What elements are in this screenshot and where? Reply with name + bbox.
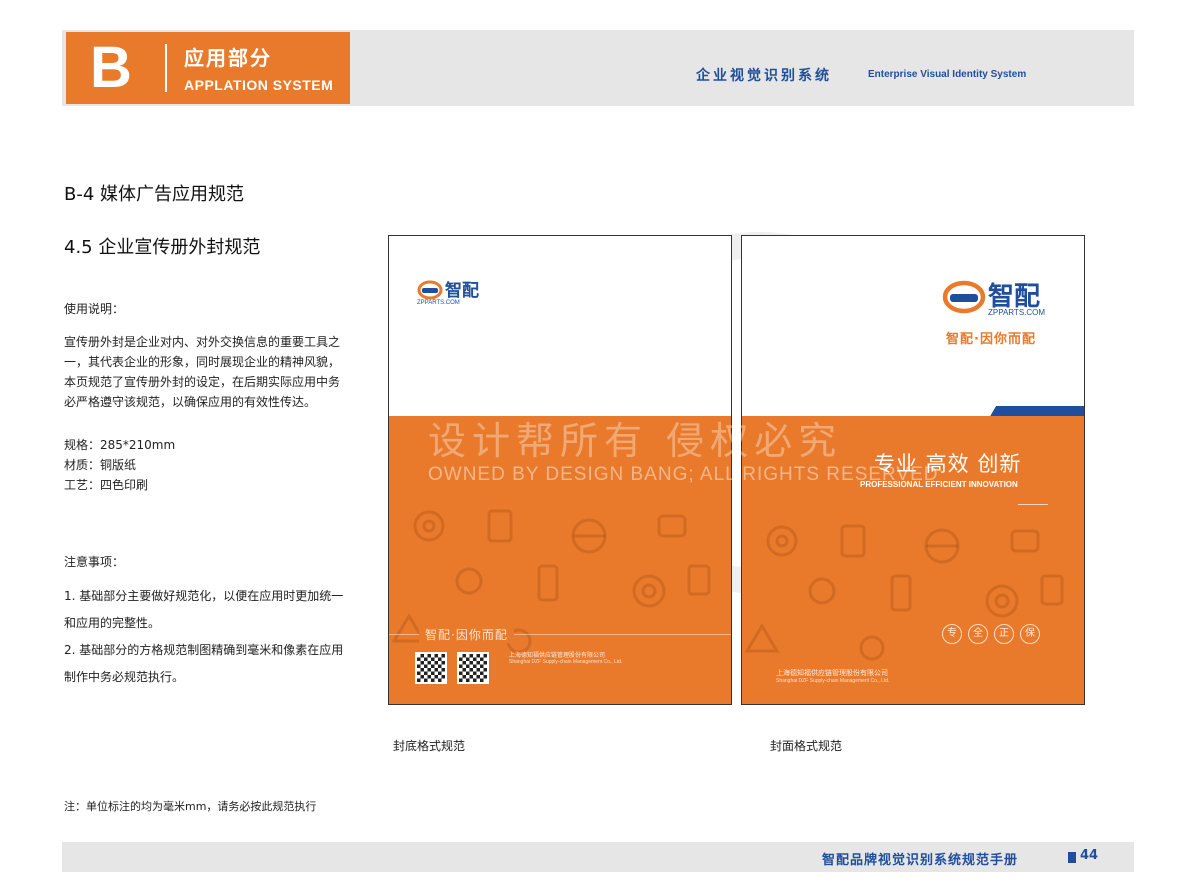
page-marker-icon xyxy=(1068,852,1076,863)
qr-code-1 xyxy=(415,652,447,684)
notes-body: 1. 基础部分主要做好规范化，以便在应用时更加统一和应用的完整性。 2. 基础部… xyxy=(64,583,354,691)
section-name-en: APPLATION SYSTEM xyxy=(184,77,334,93)
subsection-title: 4.5 企业宣传册外封规范 xyxy=(64,237,261,258)
back-company-cn: 上海德知福供应链管理股份有限公司 xyxy=(509,652,606,659)
front-company-en: Shanghai DZF Supply-chain Management Co.… xyxy=(776,678,890,684)
qr-code-2 xyxy=(457,652,489,684)
back-slogan: 智配·因你而配 xyxy=(419,626,514,643)
badge-zhuan: 专 xyxy=(942,624,962,644)
usage-label: 使用说明： xyxy=(64,302,125,316)
front-tagline: 智配·因你而配 xyxy=(946,332,1036,347)
front-logo-sub: ZPPARTS.COM xyxy=(988,308,1046,317)
page-number: 44 xyxy=(1080,848,1099,863)
footer-title: 智配品牌视觉识别系统规范手册 xyxy=(822,853,1019,868)
front-headline-rule xyxy=(1018,504,1048,505)
spec-size: 规格：285*210mm xyxy=(64,438,176,452)
section-letter: B xyxy=(90,35,132,100)
note-item-1: 1. 基础部分主要做好规范化，以便在应用时更加统一和应用的完整性。 xyxy=(64,589,344,630)
notes-label: 注意事项： xyxy=(64,555,125,569)
steering-wheel-icon xyxy=(942,280,986,314)
front-company-cn: 上海德知福供应链管理股份有限公司 xyxy=(776,669,888,677)
badge-quan: 全 xyxy=(968,624,988,644)
back-logo-text: 智配 xyxy=(445,281,479,301)
back-cover-caption: 封底格式规范 xyxy=(393,739,466,753)
badge-bao: 保 xyxy=(1020,624,1040,644)
section-title: B-4 媒体广告应用规范 xyxy=(64,184,245,205)
front-badges: 专 全 正 保 xyxy=(942,624,1040,644)
note-item-2: 2. 基础部分的方格规范制图精确到毫米和像素在应用制作中务必规范执行。 xyxy=(64,643,344,684)
badge-divider xyxy=(165,44,167,92)
back-company-en: Shanghai DZF Supply-chain Management Co.… xyxy=(509,659,623,665)
spec-process: 工艺：四色印刷 xyxy=(64,478,149,492)
system-title-en: Enterprise Visual Identity System xyxy=(868,69,1027,80)
back-logo-sub: ZPPARTS.COM xyxy=(417,300,460,306)
footnote: 注：单位标注的均为毫米mm，请务必按此规范执行 xyxy=(64,800,317,813)
steering-wheel-icon xyxy=(417,280,443,300)
watermark-en: OWNED BY DESIGN BANG; ALL RIGHTS RESERVE… xyxy=(428,464,939,485)
front-cover-caption: 封面格式规范 xyxy=(770,739,843,753)
badge-zheng: 正 xyxy=(994,624,1014,644)
spec-material: 材质：铜版纸 xyxy=(64,458,137,472)
spec-list: 规格：285*210mm 材质：铜版纸 工艺：四色印刷 xyxy=(64,435,175,495)
system-title-cn: 企业视觉识别系统 xyxy=(696,68,832,84)
section-name-cn: 应用部分 xyxy=(184,46,272,70)
usage-body: 宣传册外封是企业对内、对外交换信息的重要工具之一，其代表企业的形象，同时展现企业… xyxy=(64,335,341,409)
watermark-cn: 设计帮所有 侵权必究 xyxy=(428,419,843,463)
